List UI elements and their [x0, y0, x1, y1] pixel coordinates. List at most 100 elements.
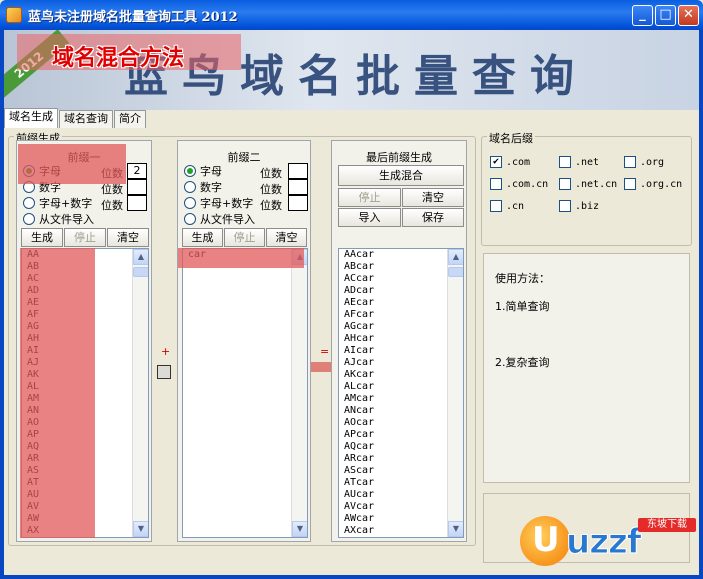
prefix1-clear-button[interactable]: 清空: [107, 228, 149, 247]
suffix-option[interactable]: .org.cn: [624, 178, 682, 190]
suffix-option-label: .biz: [575, 200, 600, 212]
prefix2-digit-input[interactable]: [288, 195, 308, 211]
radio-selected-icon: [184, 165, 196, 177]
suffix-option-label: .org: [640, 156, 665, 168]
final-list-item[interactable]: ALcar: [339, 381, 463, 393]
prefix1-list-red-highlight: [20, 248, 95, 538]
final-list-item[interactable]: ANcar: [339, 405, 463, 417]
tab-domain-generate[interactable]: 域名生成: [4, 108, 58, 128]
suffix-option[interactable]: ✔ .com: [490, 156, 530, 168]
suffix-option-label: .cn: [506, 200, 525, 212]
final-clear-button[interactable]: 清空: [402, 188, 464, 207]
watermark-u-icon: [520, 516, 570, 566]
window-title: 蓝鸟未注册域名批量查询工具 2012: [28, 10, 238, 25]
watermark-brand: uzzf: [566, 522, 643, 563]
suffix-option-label: .net.cn: [575, 178, 618, 190]
scroll-up-icon[interactable]: ▲: [448, 249, 463, 265]
final-list-item[interactable]: AJcar: [339, 357, 463, 369]
suffix-option[interactable]: .org: [624, 156, 664, 168]
suffix-group-label: 域名后缀: [487, 130, 535, 146]
prefix2-clear-button[interactable]: 清空: [266, 228, 307, 247]
suffix-option-label: .net: [575, 156, 600, 168]
radio-icon: [184, 181, 196, 193]
prefix2-option-digits[interactable]: 数字: [184, 179, 222, 195]
prefix1-red-highlight: [18, 144, 126, 184]
tab-intro[interactable]: 简介: [114, 110, 146, 128]
prefix1-digit-input[interactable]: [127, 179, 147, 195]
radio-icon: [23, 213, 35, 225]
checkbox-icon: [624, 178, 636, 190]
prefix1-stop-button[interactable]: 停止: [64, 228, 106, 247]
maximize-button[interactable]: □: [655, 5, 676, 26]
prefix1-option-alnum[interactable]: 字母+数字: [23, 195, 92, 211]
prefix2-scrollbar[interactable]: ▲ ▼: [291, 249, 307, 537]
suffix-option[interactable]: .net.cn: [559, 178, 617, 190]
prefix1-generate-button[interactable]: 生成: [21, 228, 63, 247]
prefix2-option-alnum[interactable]: 字母+数字: [184, 195, 253, 211]
scroll-down-icon[interactable]: ▼: [133, 521, 148, 537]
title-bar: 蓝鸟未注册域名批量查询工具 2012 _ □ ✕: [0, 0, 703, 30]
final-list-item[interactable]: AScar: [339, 465, 463, 477]
final-list-item[interactable]: AXcar: [339, 525, 463, 537]
final-list[interactable]: AAcar ABcar ACcar ADcar AEcar AFcar AGcar AHcar…: [338, 248, 464, 538]
final-stop-button[interactable]: 停止: [338, 188, 401, 207]
final-list-item[interactable]: AHcar: [339, 333, 463, 345]
scroll-up-icon[interactable]: ▲: [133, 249, 148, 265]
scroll-down-icon[interactable]: ▼: [448, 521, 463, 537]
prefix2-option-letters[interactable]: 字母: [184, 163, 222, 179]
minimize-button[interactable]: _: [632, 5, 653, 26]
final-list-item[interactable]: ARcar: [339, 453, 463, 465]
final-list-item[interactable]: AKcar: [339, 369, 463, 381]
final-list-item[interactable]: AGcar: [339, 321, 463, 333]
prefix1-scrollbar[interactable]: ▲ ▼: [132, 249, 148, 537]
usage-step-complex: 2.复杂查询: [495, 356, 550, 369]
checkbox-icon: [559, 156, 571, 168]
tab-domain-query[interactable]: 域名查询: [59, 110, 113, 128]
final-list-item[interactable]: AQcar: [339, 441, 463, 453]
prefix2-panel: 前缀二 字母 数字 字母+数字 从文件导入 位数 位数 位数 生成 停止 清空 …: [177, 140, 311, 542]
scroll-thumb[interactable]: [133, 267, 148, 277]
equals-operator: =: [320, 345, 330, 358]
suffix-option[interactable]: .biz: [559, 200, 599, 212]
mix-generate-button[interactable]: 生成混合: [338, 165, 464, 186]
arrow-right-icon: [311, 356, 343, 378]
final-scrollbar[interactable]: ▲ ▼: [447, 249, 463, 537]
watermark-tag: 东坡下载: [638, 518, 696, 532]
suffix-option[interactable]: .com.cn: [490, 178, 548, 190]
close-button[interactable]: ✕: [678, 5, 699, 26]
final-list-item[interactable]: AFcar: [339, 309, 463, 321]
final-list-item[interactable]: ATcar: [339, 477, 463, 489]
final-list-item[interactable]: ADcar: [339, 285, 463, 297]
prefix2-digit-input[interactable]: [288, 163, 308, 179]
prefix2-option-file[interactable]: 从文件导入: [184, 211, 255, 227]
suffix-option[interactable]: .cn: [490, 200, 524, 212]
final-list-item[interactable]: AVcar: [339, 501, 463, 513]
final-list-item[interactable]: APcar: [339, 429, 463, 441]
final-list-item[interactable]: AUcar: [339, 489, 463, 501]
tab-strip: 域名生成 域名查询 简介: [4, 108, 147, 128]
final-list-item[interactable]: ABcar: [339, 261, 463, 273]
usage-panel: 使用方法： 1.简单查询 2.复杂查询: [483, 253, 690, 483]
prefix2-list[interactable]: car ▲ ▼: [182, 248, 308, 538]
scroll-thumb[interactable]: [448, 267, 463, 277]
prefix2-digit-input[interactable]: [288, 179, 308, 195]
prefix2-stop-button[interactable]: 停止: [224, 228, 265, 247]
final-list-item[interactable]: AIcar: [339, 345, 463, 357]
suffix-option-label: .com.cn: [506, 178, 549, 190]
final-list-item[interactable]: AMcar: [339, 393, 463, 405]
suffix-option[interactable]: .net: [559, 156, 599, 168]
final-list-item[interactable]: AOcar: [339, 417, 463, 429]
prefix1-option-file[interactable]: 从文件导入: [23, 211, 94, 227]
final-list-item[interactable]: AEcar: [339, 297, 463, 309]
final-list-item[interactable]: ACcar: [339, 273, 463, 285]
final-save-button[interactable]: 保存: [402, 208, 464, 227]
scroll-down-icon[interactable]: ▼: [292, 521, 307, 537]
final-import-button[interactable]: 导入: [338, 208, 401, 227]
prefix1-digit-input[interactable]: [127, 195, 147, 211]
final-list-item[interactable]: AAcar: [339, 249, 463, 261]
final-list-item[interactable]: AWcar: [339, 513, 463, 525]
prefix1-digit-input[interactable]: 2: [127, 163, 147, 179]
prefix2-generate-button[interactable]: 生成: [182, 228, 223, 247]
radio-icon: [184, 213, 196, 225]
app-icon: [6, 7, 22, 23]
